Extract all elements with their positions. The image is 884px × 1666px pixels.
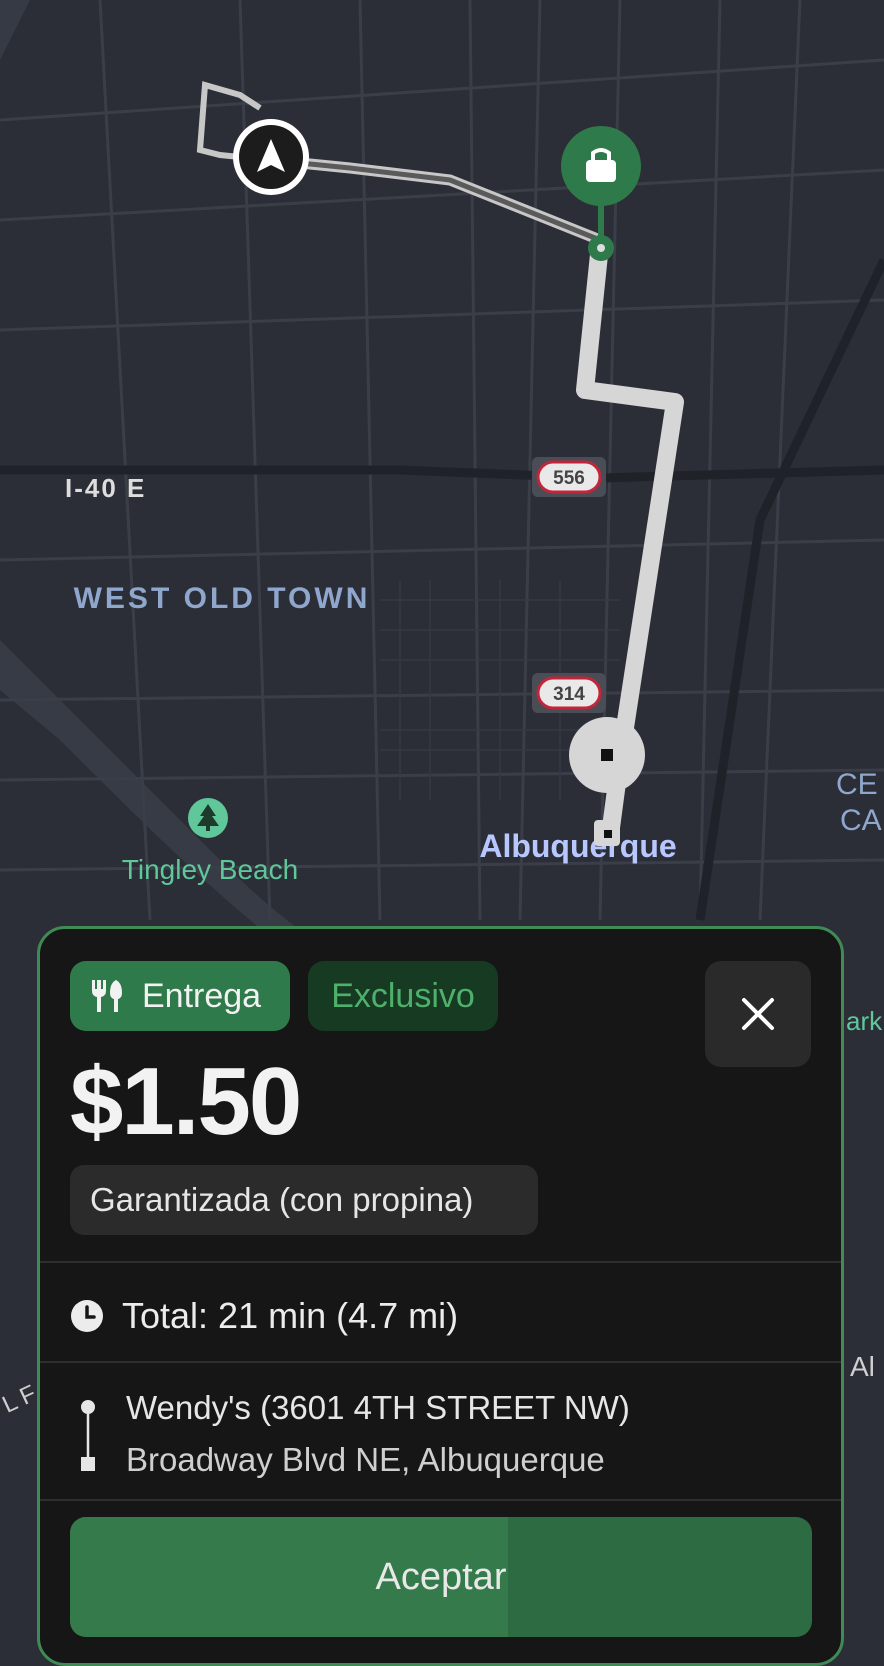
pickup-address: Wendy's (3601 4TH STREET NW)	[126, 1389, 630, 1426]
fork-knife-icon	[92, 980, 122, 1012]
route-314-label: 314	[553, 684, 585, 705]
route-stops-icon	[81, 1400, 95, 1471]
dropoff-address: Broadway Blvd NE, Albuquerque	[126, 1441, 605, 1478]
exclusive-badge: Exclusivo	[308, 961, 498, 1031]
park-label: Tingley Beach	[122, 854, 298, 885]
exclusive-badge-label: Exclusivo	[331, 976, 475, 1015]
tree-icon	[188, 798, 228, 838]
clock-icon	[71, 1300, 103, 1332]
edge-label-bottom: CA	[840, 804, 882, 837]
guarantee-badge: Garantizada (con propina)	[70, 1165, 538, 1235]
close-icon	[742, 998, 774, 1030]
offer-card[interactable]: Entrega Exclusivo $1.50 Garantizada (con…	[37, 926, 844, 1666]
city-label: Albuquerque	[479, 828, 676, 864]
edge-label-top: CE	[836, 768, 878, 801]
total-time-row: Total: 21 min (4.7 mi)	[70, 1295, 458, 1337]
neighborhood-label-line: WEST OLD TOWN	[74, 582, 371, 615]
accept-button-label: Aceptar	[375, 1555, 507, 1598]
navigation-arrow-icon[interactable]	[233, 119, 309, 195]
accept-button[interactable]: Aceptar	[70, 1517, 812, 1637]
delivery-badge: Entrega	[70, 961, 290, 1031]
close-button[interactable]	[705, 961, 811, 1067]
divider	[40, 1361, 841, 1363]
delivery-badge-label: Entrega	[142, 976, 262, 1015]
route-556-label: 556	[553, 468, 585, 489]
freeway-label: I-40 E	[65, 473, 146, 503]
divider	[40, 1261, 841, 1263]
offer-price: $1.50	[70, 1048, 302, 1155]
edge-label-park: ark	[846, 1006, 883, 1036]
divider	[40, 1499, 841, 1501]
edge-label-right: Al	[850, 1351, 875, 1382]
total-time-label: Total: 21 min (4.7 mi)	[122, 1295, 459, 1336]
